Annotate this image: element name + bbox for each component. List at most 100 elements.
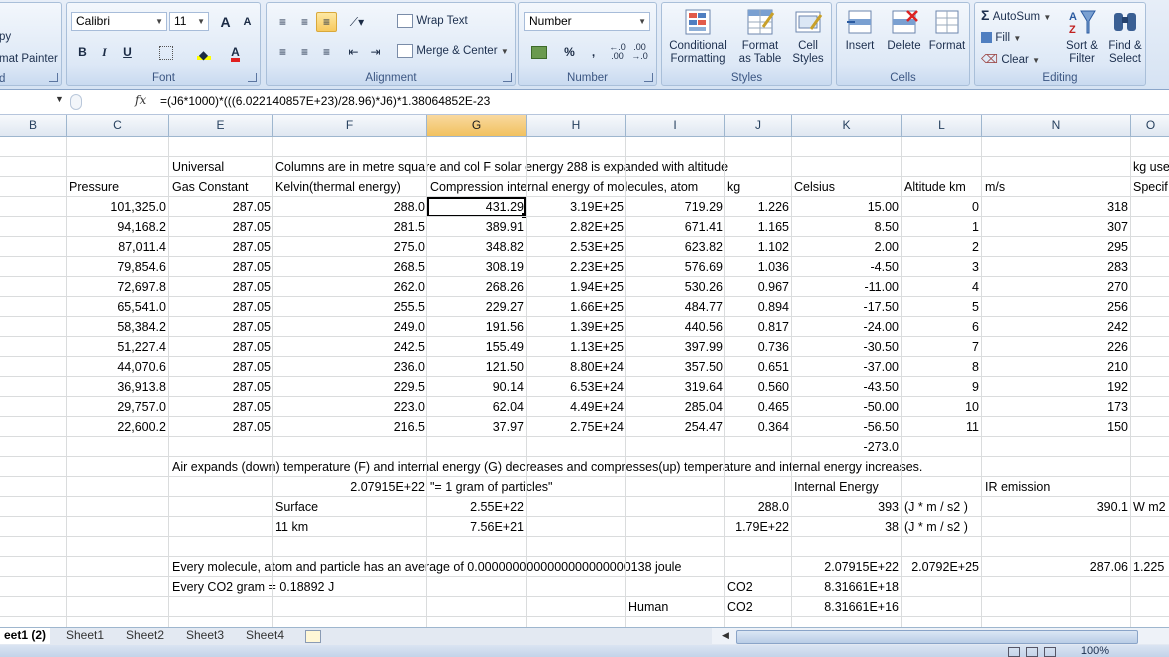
increase-decimal-button[interactable]: ←.0 .00 — [607, 42, 628, 62]
cell-e-row-4[interactable]: 287.05 — [169, 257, 271, 277]
cell-c-row-1[interactable]: 101,325.0 — [67, 197, 166, 217]
cell-c-row-7[interactable]: 58,384.2 — [67, 317, 166, 337]
formula-bar-resize-handle[interactable] — [70, 94, 82, 110]
sheet-tab-sheet2[interactable]: Sheet2 — [122, 628, 168, 644]
cell-j-co2[interactable]: CO2 — [727, 577, 753, 597]
cell-n-row-3[interactable]: 295 — [982, 237, 1128, 257]
cell-j-11km[interactable]: 1.79E+22 — [725, 517, 789, 537]
cell-j-row-1[interactable]: 1.226 — [725, 197, 789, 217]
cell-e-row-5[interactable]: 287.05 — [169, 277, 271, 297]
cell-f-row-10[interactable]: 229.5 — [273, 377, 425, 397]
cell-c-row-3[interactable]: 87,011.4 — [67, 237, 166, 257]
cell-f-row-7[interactable]: 249.0 — [273, 317, 425, 337]
cell-l-11km-unit[interactable]: (J * m / s2 ) — [904, 517, 968, 537]
cell-j-row-11[interactable]: 0.465 — [725, 397, 789, 417]
cell-j-row-8[interactable]: 0.736 — [725, 337, 789, 357]
cell-o-row-12[interactable]: 3 — [1131, 417, 1169, 437]
align-center-button[interactable]: ≡ — [294, 42, 315, 62]
cell-i-row-11[interactable]: 285.04 — [626, 397, 723, 417]
cell-l-row-3[interactable]: 2 — [902, 237, 979, 257]
cell-c-row-12[interactable]: 22,600.2 — [67, 417, 166, 437]
autosum-button[interactable]: Σ AutoSum ▼ — [981, 7, 1051, 23]
cell-n-row-2[interactable]: 307 — [982, 217, 1128, 237]
horizontal-scrollbar[interactable]: ◀ — [712, 628, 1169, 644]
cell-k-surface[interactable]: 393 — [792, 497, 899, 517]
fill-button[interactable]: Fill ▼ — [981, 30, 1021, 44]
cell-o-row-11[interactable]: 3 — [1131, 397, 1169, 417]
cell-e-row-11[interactable]: 287.05 — [169, 397, 271, 417]
cell-l-row-4[interactable]: 3 — [902, 257, 979, 277]
cell-h-row-1[interactable]: 3.19E+25 — [527, 197, 624, 217]
cell-e-co2-note[interactable]: Every CO2 gram = 0.18892 J — [172, 577, 334, 597]
cell-i-row-5[interactable]: 530.26 — [626, 277, 723, 297]
cell-n-row-7[interactable]: 242 — [982, 317, 1128, 337]
cell-f-row-9[interactable]: 236.0 — [273, 357, 425, 377]
cell-e-row-2[interactable]: 287.05 — [169, 217, 271, 237]
cell-l-row-2[interactable]: 1 — [902, 217, 979, 237]
cell-c-row-8[interactable]: 51,227.4 — [67, 337, 166, 357]
cell-i-row-8[interactable]: 397.99 — [626, 337, 723, 357]
cell-n-molecule[interactable]: 287.06 — [982, 557, 1128, 577]
italic-button[interactable]: I — [94, 42, 115, 62]
shrink-font-button[interactable]: A — [237, 12, 258, 32]
align-top-button[interactable]: ≡ — [272, 12, 293, 32]
cell-i-row-10[interactable]: 319.64 — [626, 377, 723, 397]
cell-l-row-7[interactable]: 6 — [902, 317, 979, 337]
cell-o-row-10[interactable]: 3 — [1131, 377, 1169, 397]
cell-k-molecule[interactable]: 2.07915E+22 — [792, 557, 899, 577]
cell-f-row-6[interactable]: 255.5 — [273, 297, 425, 317]
cell-k-row-10[interactable]: -43.50 — [792, 377, 899, 397]
cell-l-row-6[interactable]: 5 — [902, 297, 979, 317]
column-header-n[interactable]: N — [982, 115, 1131, 136]
cell-e-universal[interactable]: Universal — [172, 157, 224, 177]
cell-c-row-6[interactable]: 65,541.0 — [67, 297, 166, 317]
format-as-table-button[interactable]: Format as Table — [734, 7, 786, 66]
increase-indent-button[interactable]: ⇥ — [365, 42, 386, 62]
cell-f-row-5[interactable]: 262.0 — [273, 277, 425, 297]
cell-c-row-2[interactable]: 94,168.2 — [67, 217, 166, 237]
number-format-dropdown[interactable]: Number ▼ — [524, 12, 650, 31]
name-box[interactable]: ▼ — [0, 91, 66, 112]
column-header-e[interactable]: E — [169, 115, 273, 136]
cell-j-row-5[interactable]: 0.967 — [725, 277, 789, 297]
sheet-tab-sheet1-2[interactable]: eet1 (2) — [0, 628, 51, 644]
cell-e-row-1[interactable]: 287.05 — [169, 197, 271, 217]
cell-g-row-7[interactable]: 191.56 — [427, 317, 524, 337]
bold-button[interactable]: B — [72, 42, 93, 62]
alignment-launcher-icon[interactable] — [503, 73, 512, 82]
cell-o-row-2[interactable]: 3 — [1131, 217, 1169, 237]
decrease-indent-button[interactable]: ⇤ — [343, 42, 364, 62]
cell-k-row-8[interactable]: -30.50 — [792, 337, 899, 357]
cell-f-11km[interactable]: 11 km — [275, 517, 308, 537]
cell-i-row-2[interactable]: 671.41 — [626, 217, 723, 237]
cell-l-altitude[interactable]: Altitude km — [904, 177, 966, 197]
cell-k-row-4[interactable]: -4.50 — [792, 257, 900, 277]
copy-button[interactable]: py — [0, 31, 11, 43]
cell-l-molecule[interactable]: 2.0792E+25 — [902, 557, 979, 577]
sheet-tab-sheet3[interactable]: Sheet3 — [182, 628, 228, 644]
cell-k-row-5[interactable]: -11.00 — [792, 277, 899, 297]
normal-view-icon[interactable] — [1008, 647, 1020, 657]
cell-o-row-7[interactable]: 3 — [1131, 317, 1169, 337]
cell-n-row-1[interactable]: 318 — [982, 197, 1128, 217]
cell-n-row-4[interactable]: 283 — [982, 257, 1128, 277]
cell-k-celsius[interactable]: Celsius — [794, 177, 835, 197]
wrap-text-button[interactable]: Wrap Text — [397, 13, 468, 28]
cell-o-molecule[interactable]: 1.225 — [1133, 557, 1164, 577]
cell-j-row-4[interactable]: 1.036 — [725, 257, 789, 277]
cell-o-row-9[interactable]: 3 — [1131, 357, 1169, 377]
cell-o-surface[interactable]: W m2 — [1133, 497, 1166, 517]
column-header-h[interactable]: H — [527, 115, 626, 136]
cell-j-human-co2[interactable]: CO2 — [727, 597, 753, 617]
format-painter-button[interactable]: mat Painter — [0, 53, 58, 65]
cell-k-row-2[interactable]: 8.50 — [792, 217, 899, 237]
delete-button[interactable]: Delete — [883, 7, 925, 53]
cell-n-ir-emission[interactable]: IR emission — [985, 477, 1050, 497]
cell-i-row-4[interactable]: 576.69 — [626, 257, 723, 277]
sort-filter-button[interactable]: AZ Sort & Filter — [1059, 7, 1105, 66]
cell-c-row-11[interactable]: 29,757.0 — [67, 397, 166, 417]
cell-g-row-10[interactable]: 90.14 — [427, 377, 524, 397]
cell-f-columns-note[interactable]: Columns are in metre square and col F so… — [275, 157, 728, 177]
cell-h-row-10[interactable]: 6.53E+24 — [527, 377, 624, 397]
cell-h-row-2[interactable]: 2.82E+25 — [527, 217, 624, 237]
